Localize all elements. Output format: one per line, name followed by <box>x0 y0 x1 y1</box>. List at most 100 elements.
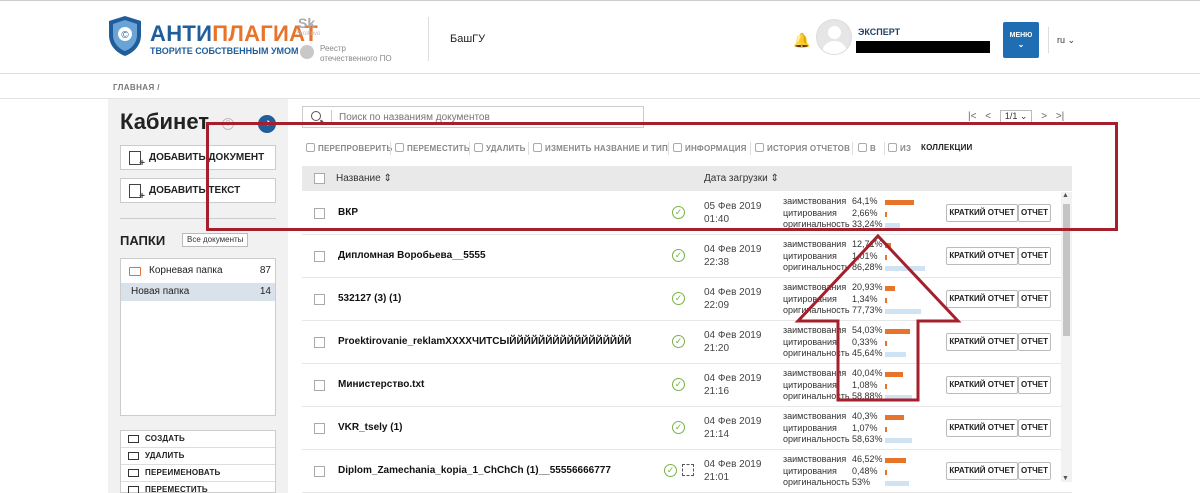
originality-stat: оригинальность 45,64% <box>783 348 933 360</box>
delete-folder-button[interactable]: УДАЛИТЬ <box>121 448 275 465</box>
short-report-button[interactable]: КРАТКИЙ ОТЧЕТ <box>946 204 1018 222</box>
originality-stat: оригинальность 33,24% <box>783 219 933 231</box>
row-checkbox[interactable] <box>314 294 325 305</box>
report-history-button[interactable]: ИСТОРИЯ ОТЧЕТОВ <box>755 143 850 153</box>
help-icon[interactable]: ? <box>222 118 234 130</box>
bell-icon[interactable]: 🔔 <box>793 32 810 49</box>
search-box <box>302 106 644 128</box>
info-button[interactable]: ИНФОРМАЦИЯ <box>673 143 747 153</box>
select-all-checkbox[interactable] <box>314 173 325 184</box>
pagination: |< < 1/1 ⌄ > >| <box>968 110 1070 123</box>
last-page-button[interactable]: >| <box>1056 111 1064 122</box>
folder-item-new[interactable]: Новая папка 14 <box>121 283 275 301</box>
scroll-down-icon[interactable]: ▼ <box>1062 475 1069 482</box>
move-button[interactable]: ПЕРЕМЕСТИТЬ <box>395 143 470 153</box>
emblem-icon <box>300 45 314 59</box>
delete-button[interactable]: УДАЛИТЬ <box>474 143 526 153</box>
report-button[interactable]: ОТЧЕТ <box>1018 419 1051 437</box>
document-name[interactable]: Diplom_Zamechania_kopia_1_ChChCh (1)__55… <box>338 465 611 476</box>
report-button[interactable]: ОТЧЕТ <box>1018 290 1051 308</box>
upload-date: 04 Фев 2019 21:16 <box>704 373 762 397</box>
scroll-up-icon[interactable]: ▲ <box>1062 192 1069 199</box>
row-checkbox[interactable] <box>314 466 325 477</box>
report-button[interactable]: ОТЧЕТ <box>1018 247 1051 265</box>
rename-button[interactable]: ИЗМЕНИТЬ НАЗВАНИЕ И ТИП <box>533 143 668 153</box>
organization-name: БашГУ <box>450 33 486 45</box>
check-circle-icon: ✓ <box>672 335 685 348</box>
scrollbar-thumb[interactable] <box>1063 204 1070 336</box>
breadcrumb[interactable]: ГЛАВНАЯ / <box>113 83 160 92</box>
column-date[interactable]: Дата загрузки ⇕ <box>704 173 779 184</box>
report-button[interactable]: ОТЧЕТ <box>1018 204 1051 222</box>
add-to-collection-button[interactable]: В <box>858 143 876 153</box>
document-name[interactable]: Дипломная Воробьева__5555 <box>338 250 486 261</box>
next-page-button[interactable]: > <box>1041 111 1047 122</box>
table-row[interactable]: 532127 (3) (1) ✓ 04 Фев 2019 22:09 заимствов… <box>302 278 1072 321</box>
recheck-button[interactable]: ПЕРЕПРОВЕРИТЬ <box>306 143 392 153</box>
report-button[interactable]: ОТЧЕТ <box>1018 462 1051 480</box>
citation-stat: цитирования 2,66% <box>783 208 933 220</box>
rename-folder-button[interactable]: ПЕРЕИМЕНОВАТЬ <box>121 465 275 482</box>
search-input[interactable] <box>339 108 639 126</box>
originality-stat-bar <box>885 309 921 314</box>
avatar[interactable] <box>816 19 852 55</box>
check-stats: заимствования 40,3% цитирования 1,07% оригин… <box>783 411 933 446</box>
citation-stat-bar <box>885 469 887 475</box>
folder-plus-icon <box>128 435 139 443</box>
short-report-button[interactable]: КРАТКИЙ ОТЧЕТ <box>946 376 1018 394</box>
scrollbar[interactable]: ▲ ▼ <box>1061 192 1072 482</box>
table-row[interactable]: Proektirovanie_reklamXXXXЧИТСЫЙЙЙЙЙЙЙЙЙЙ… <box>302 321 1072 364</box>
column-name[interactable]: Название ⇕ <box>336 173 392 184</box>
add-text-button[interactable]: ДОБАВИТЬ ТЕКСТ <box>120 178 276 203</box>
row-checkbox[interactable] <box>314 423 325 434</box>
row-checkbox[interactable] <box>314 251 325 262</box>
create-folder-button[interactable]: СОЗДАТЬ <box>121 431 275 448</box>
skolkovo-logo: Sk <box>298 15 316 31</box>
first-page-button[interactable]: |< <box>968 111 976 122</box>
page-select[interactable]: 1/1 ⌄ <box>999 110 1033 123</box>
check-stats: заимствования 12,71% цитирования 1,01% ориги… <box>783 239 933 274</box>
short-report-button[interactable]: КРАТКИЙ ОТЧЕТ <box>946 290 1018 308</box>
trash-icon <box>474 143 483 152</box>
table-row[interactable]: Дипломная Воробьева__5555 ✓ 04 Фев 2019 22:… <box>302 235 1072 278</box>
add-document-button[interactable]: ДОБАВИТЬ ДОКУМЕНТ <box>120 145 276 170</box>
table-row[interactable]: VKR_tsely (1) ✓ 04 Фев 2019 21:14 заимствова… <box>302 407 1072 450</box>
search-icon[interactable] <box>311 111 321 121</box>
header-divider <box>428 17 429 61</box>
remove-from-collection-button[interactable]: ИЗ <box>888 143 911 153</box>
short-report-button[interactable]: КРАТКИЙ ОТЧЕТ <box>946 333 1018 351</box>
document-name[interactable]: Proektirovanie_reklamXXXXЧИТСЫЙЙЙЙЙЙЙЙЙЙ… <box>338 336 631 347</box>
document-name[interactable]: 532127 (3) (1) <box>338 293 401 304</box>
move-folder-button[interactable]: ПЕРЕМЕСТИТЬ <box>121 482 275 493</box>
report-button[interactable]: ОТЧЕТ <box>1018 376 1051 394</box>
row-checkbox[interactable] <box>314 208 325 219</box>
prev-page-button[interactable]: < <box>985 111 991 122</box>
all-documents-button[interactable]: Все документы <box>182 233 249 247</box>
collection-in-icon <box>858 143 867 152</box>
brand-title[interactable]: АНТИПЛАГИАТ <box>150 21 318 47</box>
language-selector[interactable]: ru ⌄ <box>1057 35 1075 46</box>
table-row[interactable]: Министерство.txt ✓ 04 Фев 2019 21:16 заимств… <box>302 364 1072 407</box>
originality-stat-bar <box>885 438 912 443</box>
folder-item-root[interactable]: Корневая папка 87 <box>121 262 275 280</box>
table-row[interactable]: ВКР ✓ 05 Фев 2019 01:40 заимствования 64,1% ци… <box>302 192 1072 235</box>
document-name[interactable]: VKR_tsely (1) <box>338 422 402 433</box>
borrowing-stat-bar <box>885 415 904 420</box>
arrow-right-icon[interactable]: ➜ <box>258 115 276 133</box>
short-report-button[interactable]: КРАТКИЙ ОТЧЕТ <box>946 247 1018 265</box>
divider <box>120 218 276 219</box>
divider <box>750 142 751 155</box>
divider <box>852 142 853 155</box>
report-button[interactable]: ОТЧЕТ <box>1018 333 1051 351</box>
borrowing-stat-bar <box>885 200 914 205</box>
table-row[interactable]: Diplom_Zamechania_kopia_1_ChChCh (1)__55… <box>302 450 1072 493</box>
row-checkbox[interactable] <box>314 337 325 348</box>
short-report-button[interactable]: КРАТКИЙ ОТЧЕТ <box>946 419 1018 437</box>
document-name[interactable]: ВКР <box>338 207 358 218</box>
document-name[interactable]: Министерство.txt <box>338 379 424 390</box>
menu-button[interactable]: МЕНЮ ⌄ <box>1003 22 1039 58</box>
row-checkbox[interactable] <box>314 380 325 391</box>
folder-move-icon <box>128 486 139 493</box>
short-report-button[interactable]: КРАТКИЙ ОТЧЕТ <box>946 462 1018 480</box>
originality-stat-bar <box>885 395 912 400</box>
